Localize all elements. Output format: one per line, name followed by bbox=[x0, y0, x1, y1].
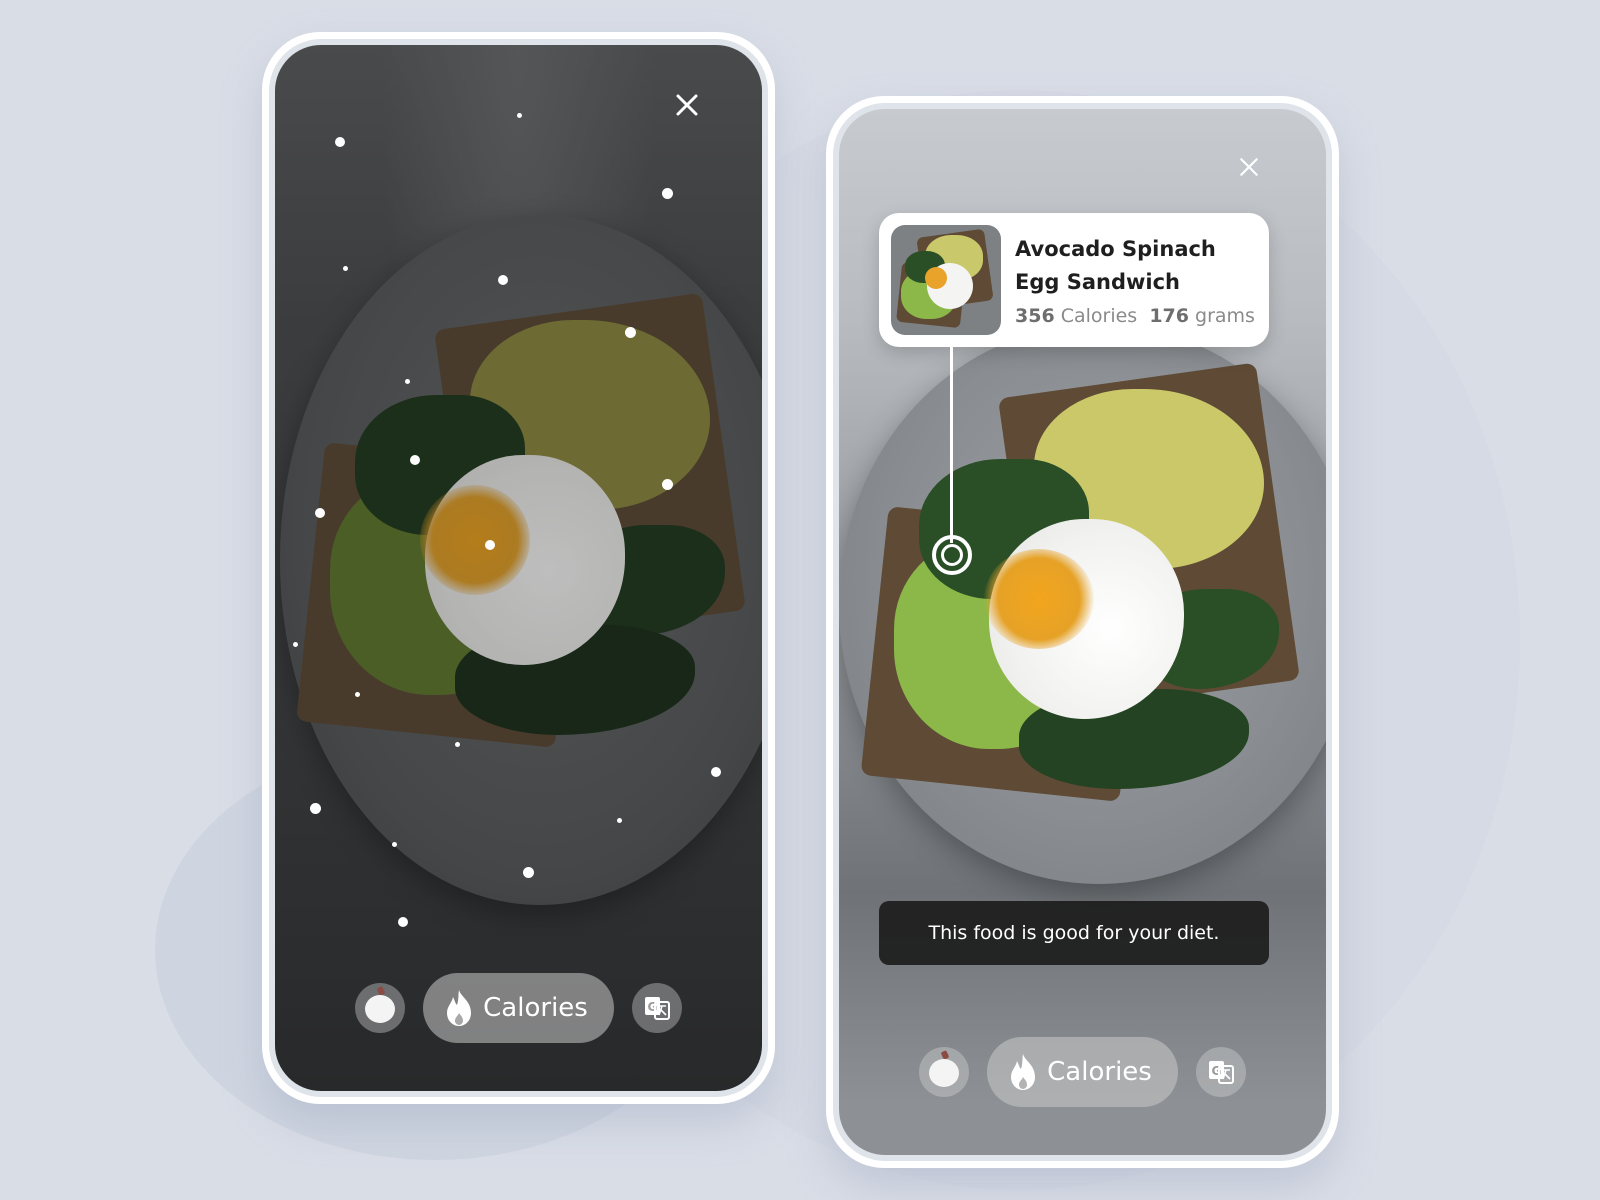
scan-dot bbox=[498, 275, 508, 285]
flame-icon bbox=[447, 990, 472, 1026]
scan-dot bbox=[711, 767, 721, 777]
scan-dot bbox=[517, 113, 522, 118]
weight-value: 176 bbox=[1149, 305, 1189, 327]
scan-dot bbox=[310, 803, 321, 814]
close-button[interactable] bbox=[673, 91, 701, 119]
detection-marker[interactable] bbox=[932, 535, 972, 575]
scan-dot bbox=[485, 540, 495, 550]
scan-dot bbox=[617, 818, 622, 823]
calories-button-label: Calories bbox=[1047, 1057, 1152, 1087]
calories-button[interactable]: Calories bbox=[987, 1037, 1178, 1107]
translate-button[interactable]: G bbox=[631, 983, 682, 1033]
scan-dot bbox=[335, 137, 345, 147]
scan-dot bbox=[410, 455, 420, 465]
food-button[interactable] bbox=[919, 1047, 970, 1097]
egg-yolk bbox=[984, 549, 1094, 649]
camera-view: Calories G bbox=[275, 45, 762, 1091]
phone-bezel: Calories G bbox=[269, 39, 768, 1097]
food-name-line2: Egg Sandwich bbox=[1015, 270, 1180, 294]
close-icon bbox=[676, 94, 698, 116]
scan-dot bbox=[343, 266, 348, 271]
scan-dot bbox=[625, 327, 636, 338]
diet-message-banner: This food is good for your diet. bbox=[879, 901, 1269, 965]
scan-dot bbox=[315, 508, 325, 518]
egg-yolk bbox=[420, 485, 530, 595]
card-connector-line bbox=[950, 347, 953, 543]
weight-unit: grams bbox=[1195, 305, 1255, 327]
scan-dot bbox=[455, 742, 460, 747]
food-result-card[interactable]: Avocado Spinach Egg Sandwich 356 Calorie… bbox=[879, 213, 1269, 347]
scan-dot bbox=[405, 379, 410, 384]
bottom-bar: Calories G bbox=[839, 1037, 1326, 1107]
flame-icon bbox=[1011, 1054, 1036, 1090]
scan-dot bbox=[398, 917, 408, 927]
scan-dot bbox=[293, 642, 298, 647]
calories-value: 356 bbox=[1015, 305, 1055, 327]
food-thumbnail bbox=[891, 225, 1001, 335]
scan-dot bbox=[355, 692, 360, 697]
scan-dot bbox=[392, 842, 397, 847]
bottom-bar: Calories G bbox=[275, 973, 762, 1043]
scan-dot bbox=[662, 188, 673, 199]
camera-view: Avocado Spinach Egg Sandwich 356 Calorie… bbox=[839, 109, 1326, 1155]
phone-result: Avocado Spinach Egg Sandwich 356 Calorie… bbox=[826, 96, 1339, 1168]
calories-unit: Calories bbox=[1060, 305, 1138, 327]
translate-button[interactable]: G bbox=[1195, 1047, 1246, 1097]
phone-bezel: Avocado Spinach Egg Sandwich 356 Calorie… bbox=[833, 103, 1332, 1161]
marker-ring bbox=[941, 544, 963, 566]
food-nutrition: 356 Calories 176 grams bbox=[1015, 305, 1255, 327]
scan-dot bbox=[523, 867, 534, 878]
translate-icon: G bbox=[1208, 1061, 1234, 1084]
close-button[interactable] bbox=[1237, 155, 1261, 179]
calories-button[interactable]: Calories bbox=[423, 973, 614, 1043]
scan-dot bbox=[662, 479, 673, 490]
apple-icon bbox=[365, 986, 396, 1023]
food-name-line1: Avocado Spinach bbox=[1015, 237, 1216, 261]
apple-icon bbox=[929, 1050, 960, 1087]
phone-scanning: Calories G bbox=[262, 32, 775, 1104]
food-button[interactable] bbox=[355, 983, 406, 1033]
calories-button-label: Calories bbox=[483, 993, 588, 1023]
close-icon bbox=[1240, 158, 1258, 176]
translate-icon: G bbox=[644, 997, 670, 1020]
